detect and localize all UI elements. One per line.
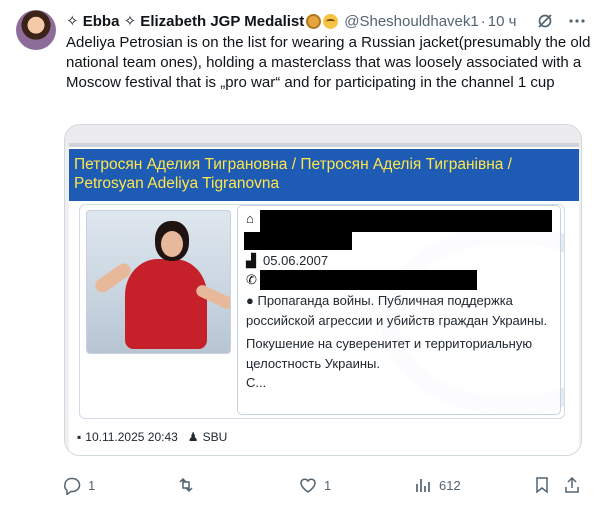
person-card: ⌂ ▟ 05.06.2007 ✆ ● Пропаганда войны. Пуб… [79, 204, 565, 419]
person-info-panel: ⌂ ▟ 05.06.2007 ✆ ● Пропаганда войны. Пуб… [237, 205, 561, 415]
medal-icon [306, 13, 322, 29]
more-options-icon[interactable] [567, 11, 587, 31]
banner-line-1: Петросян Аделия Тиграновна / Петросян Ад… [74, 156, 512, 173]
grok-icon[interactable] [535, 11, 555, 31]
reply-button[interactable]: 1 [62, 474, 95, 496]
share-button[interactable] [562, 474, 588, 496]
banner-line-2: Petrosyan Adeliya Tigranovna [74, 175, 280, 192]
author-avatar[interactable] [16, 10, 56, 50]
birth-date: 05.06.2007 [263, 253, 329, 268]
document-top-bar [69, 143, 579, 147]
person-photo [86, 210, 231, 354]
home-icon: ⌂ [246, 211, 254, 226]
redacted-address-1 [260, 210, 552, 232]
reasons-text: ● Пропаганда войны. Публичная поддержка … [246, 291, 556, 393]
footer-date: 10.11.2025 20:43 [85, 430, 178, 444]
footer-source: SBU [202, 430, 228, 444]
user-icon: ♟ [187, 430, 199, 444]
tweet-image[interactable]: Петросян Аделия Тиграновна / Петросян Ад… [64, 124, 582, 456]
heart-icon [300, 478, 316, 493]
bookmark-button[interactable] [532, 474, 558, 496]
views-button[interactable]: 612 [413, 474, 461, 496]
reason-3: С... [246, 375, 267, 390]
reply-count: 1 [88, 477, 96, 493]
reason-2: Покушение на суверенитет и территориальн… [246, 336, 533, 371]
sanctions-document: Петросян Аделия Тиграновна / Петросян Ад… [69, 143, 579, 455]
repost-button[interactable] [176, 474, 202, 496]
document-footer: ▪ 10.11.2025 20:43 ♟ SBU [77, 430, 231, 444]
like-count: 1 [324, 477, 332, 493]
share-icon [565, 476, 579, 493]
repost-icon [179, 477, 193, 493]
tweet-header: ✧ Ebba ✧ Elizabeth JGP Medalist @Sheshou… [66, 11, 593, 31]
phone-icon: ✆ [246, 272, 257, 287]
reason-1: ● Пропаганда войны. Публичная поддержка … [246, 293, 548, 328]
name-banner: Петросян Аделия Тиграновна / Петросян Ад… [69, 149, 579, 201]
tweet-actions: 1 1 612 [62, 474, 584, 496]
redacted-phone [260, 270, 477, 290]
author-handle[interactable]: @Sheshouldhavek1 [344, 13, 479, 30]
redacted-address-2 [244, 232, 352, 250]
like-button[interactable]: 1 [298, 474, 331, 496]
birthday-cake-icon: ▟ [246, 253, 256, 268]
author-display-name[interactable]: ✧ Ebba ✧ Elizabeth JGP Medalist [66, 12, 304, 30]
tweet-text: Adeliya Petrosian is on the list for wea… [66, 34, 591, 91]
reply-icon [64, 477, 81, 495]
separator: · [480, 12, 486, 30]
post-time[interactable]: 10 ч [488, 13, 517, 30]
info-icon: ● [246, 293, 254, 308]
views-bar-chart-icon [416, 479, 430, 492]
calendar-icon: ▪ [77, 430, 82, 444]
bookmark-icon [536, 477, 548, 494]
views-count: 612 [439, 477, 461, 493]
emoji-face-icon [323, 13, 339, 29]
